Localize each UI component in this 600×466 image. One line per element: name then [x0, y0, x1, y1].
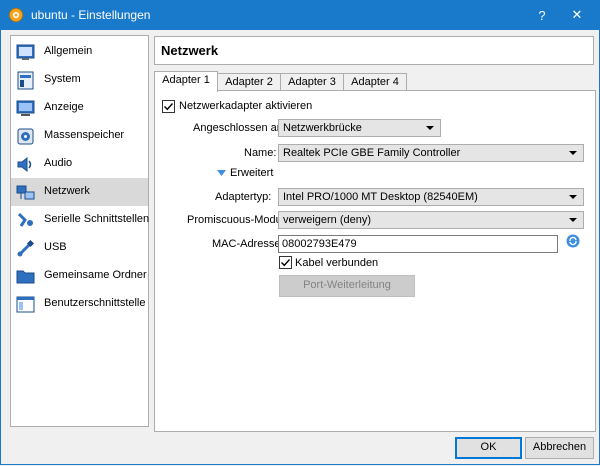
- storage-icon: [17, 128, 34, 145]
- sidebar-item-label: Anzeige: [44, 101, 84, 113]
- section-header: Netzwerk: [154, 36, 594, 65]
- promiscuous-select[interactable]: verweigern (deny): [278, 211, 584, 229]
- general-icon: [16, 44, 35, 60]
- enable-adapter-label: Netzwerkadapter aktivieren: [179, 100, 313, 112]
- chevron-down-icon: [569, 195, 577, 199]
- sidebar-item-label: Gemeinsame Ordner: [44, 269, 147, 281]
- sidebar-item-audio[interactable]: Audio: [11, 150, 148, 178]
- expand-triangle-icon: [217, 170, 226, 176]
- tab-label: Adapter 4: [351, 76, 399, 88]
- system-icon: [17, 71, 34, 90]
- chevron-down-icon: [569, 151, 577, 155]
- tab-label: Adapter 1: [162, 74, 210, 86]
- serial-ports-icon: [17, 212, 33, 227]
- tab-adapter-1[interactable]: Adapter 1: [154, 71, 218, 92]
- name-value: Realtek PCIe GBE Family Controller: [283, 147, 461, 159]
- sidebar-item-usb[interactable]: USB: [11, 234, 148, 262]
- sidebar-item-user-interface[interactable]: Benutzerschnittstelle: [11, 290, 148, 318]
- tab-label: Adapter 3: [288, 76, 336, 88]
- sidebar-item-label: Audio: [44, 157, 73, 169]
- tab-adapter-2[interactable]: Adapter 2: [217, 73, 281, 91]
- sidebar-item-label: Massenspeicher: [44, 129, 125, 141]
- chevron-down-icon: [569, 218, 577, 222]
- shared-folders-icon: [16, 270, 35, 284]
- promiscuous-label: Promiscuous-Modus:: [187, 214, 291, 226]
- mac-address-input[interactable]: [282, 237, 552, 251]
- port-forwarding-label: Port-Weiterleitung: [303, 279, 391, 291]
- mac-address-field[interactable]: [278, 235, 558, 253]
- ok-label: OK: [480, 441, 497, 453]
- settings-sidebar: Allgemein System Anzeige Massenspeicher …: [10, 35, 149, 427]
- adapter-type-label: Adaptertyp:: [215, 191, 272, 203]
- page-title: Netzwerk: [161, 43, 219, 58]
- cancel-label: Abbrechen: [532, 441, 587, 453]
- tab-adapter-3[interactable]: Adapter 3: [280, 73, 344, 91]
- advanced-toggle[interactable]: Erweitert: [217, 167, 277, 181]
- close-icon: ✕: [571, 7, 583, 22]
- adapter-type-select[interactable]: Intel PRO/1000 MT Desktop (82540EM): [278, 188, 584, 206]
- refresh-mac-icon[interactable]: [566, 234, 580, 248]
- display-icon: [16, 100, 35, 116]
- sidebar-item-network[interactable]: Netzwerk: [11, 178, 148, 206]
- sidebar-item-shared-folders[interactable]: Gemeinsame Ordner: [11, 262, 148, 290]
- network-icon: [16, 185, 35, 200]
- attached-to-value: Netzwerkbrücke: [283, 122, 362, 134]
- adapter-panel: Netzwerkadapter aktivieren Angeschlossen…: [154, 90, 596, 432]
- adapter-type-value: Intel PRO/1000 MT Desktop (82540EM): [283, 191, 478, 203]
- sidebar-item-label: USB: [44, 241, 67, 253]
- sidebar-item-label: Serielle Schnittstellen: [44, 213, 150, 225]
- help-label: ?: [538, 7, 546, 23]
- checkmark-icon: [164, 103, 174, 111]
- port-forwarding-button[interactable]: Port-Weiterleitung: [279, 275, 415, 297]
- title-bar: ubuntu - Einstellungen ? ✕: [0, 0, 600, 30]
- sidebar-item-label: Netzwerk: [44, 185, 90, 197]
- sidebar-item-storage[interactable]: Massenspeicher: [11, 122, 148, 150]
- audio-icon: [17, 156, 32, 173]
- window-title: ubuntu - Einstellungen: [31, 8, 151, 22]
- tab-label: Adapter 2: [225, 76, 273, 88]
- name-select[interactable]: Realtek PCIe GBE Family Controller: [278, 144, 584, 162]
- sidebar-item-serial-ports[interactable]: Serielle Schnittstellen: [11, 206, 150, 234]
- ok-button[interactable]: OK: [455, 437, 522, 459]
- cable-connected-checkbox[interactable]: [279, 256, 292, 269]
- sidebar-item-display[interactable]: Anzeige: [11, 94, 148, 122]
- mac-address-label: MAC-Adresse:: [212, 238, 284, 250]
- close-button[interactable]: ✕: [554, 0, 600, 30]
- chevron-down-icon: [426, 126, 434, 130]
- sidebar-item-label: Allgemein: [44, 45, 93, 57]
- user-interface-icon: [16, 296, 35, 313]
- promiscuous-value: verweigern (deny): [283, 214, 372, 226]
- usb-icon: [17, 239, 35, 257]
- sidebar-item-label: Benutzerschnittstelle: [44, 297, 146, 309]
- sidebar-item-general[interactable]: Allgemein: [11, 38, 148, 66]
- cancel-button[interactable]: Abbrechen: [525, 437, 594, 459]
- advanced-label: Erweitert: [230, 167, 274, 179]
- enable-adapter-checkbox[interactable]: [162, 100, 175, 113]
- tab-adapter-4[interactable]: Adapter 4: [343, 73, 407, 91]
- cable-connected-label: Kabel verbunden: [295, 257, 379, 269]
- sidebar-item-system[interactable]: System: [11, 66, 148, 94]
- name-label: Name:: [244, 147, 277, 159]
- sidebar-item-label: System: [44, 73, 81, 85]
- attached-to-label: Angeschlossen an:: [193, 122, 286, 134]
- virtualbox-icon: [9, 8, 23, 22]
- checkmark-icon: [281, 259, 291, 267]
- attached-to-select[interactable]: Netzwerkbrücke: [278, 119, 441, 137]
